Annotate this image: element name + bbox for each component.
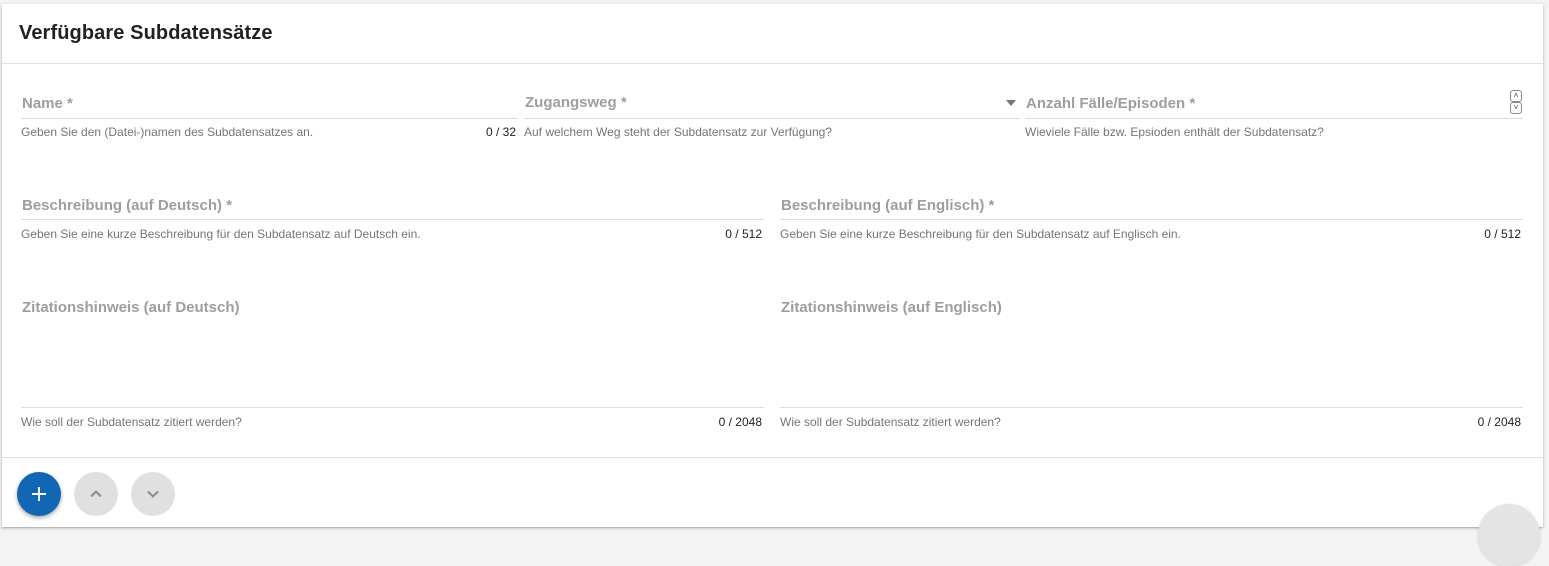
card-header: Verfügbare Subdatensätze (2, 4, 1543, 64)
anzahl-field[interactable]: Anzahl Fälle/Episoden * ˄ ˅ Wieviele Fäl… (1025, 88, 1523, 148)
move-up-button[interactable] (74, 472, 118, 516)
anzahl-label: Anzahl Fälle/Episoden * (1026, 95, 1196, 112)
zitation-de-label: Zitationshinweis (auf Deutsch) (22, 299, 240, 316)
card-footer (2, 457, 1543, 528)
dropdown-arrow-icon[interactable] (1006, 100, 1016, 106)
zugangsweg-hint: Auf welchem Weg steht der Subdatensatz z… (524, 125, 832, 139)
name-label: Name * (22, 95, 73, 112)
beschreibung-de-underline (21, 219, 764, 220)
zugangsweg-underline (524, 118, 1020, 119)
beschreibung-de-field[interactable]: Beschreibung (auf Deutsch) * Geben Sie e… (21, 190, 764, 250)
chevron-up-icon (90, 490, 102, 498)
name-underline (21, 118, 518, 119)
beschreibung-en-hint: Geben Sie eine kurze Beschreibung für de… (780, 227, 1181, 241)
beschreibung-de-counter: 0 / 512 (725, 227, 762, 241)
beschreibung-en-label: Beschreibung (auf Englisch) * (781, 197, 995, 214)
spinner-down-icon[interactable]: ˅ (1510, 102, 1522, 114)
anzahl-hint: Wieviele Fälle bzw. Epsioden enthält der… (1025, 125, 1324, 139)
plus-icon (32, 487, 46, 501)
card-title: Verfügbare Subdatensätze (19, 22, 273, 44)
beschreibung-de-label: Beschreibung (auf Deutsch) * (22, 197, 233, 214)
subdatasets-card: Verfügbare Subdatensätze Name * Geben Si… (2, 4, 1543, 527)
zitation-en-textarea[interactable]: Zitationshinweis (auf Englisch) Wie soll… (780, 294, 1523, 436)
zitation-de-counter: 0 / 2048 (718, 415, 762, 429)
chevron-down-icon (147, 490, 159, 498)
zitation-de-hint: Wie soll der Subdatensatz zitiert werden… (21, 415, 242, 429)
anzahl-underline (1025, 118, 1523, 119)
zitation-en-counter: 0 / 2048 (1477, 415, 1521, 429)
zitation-de-underline (21, 407, 764, 408)
beschreibung-de-hint: Geben Sie eine kurze Beschreibung für de… (21, 227, 421, 241)
zitation-de-textarea[interactable]: Zitationshinweis (auf Deutsch) Wie soll … (21, 294, 764, 436)
spinner-up-icon[interactable]: ˄ (1510, 90, 1522, 102)
zitation-en-label: Zitationshinweis (auf Englisch) (781, 299, 1002, 316)
number-spinner[interactable]: ˄ ˅ (1510, 90, 1522, 114)
zugangsweg-select[interactable]: Zugangsweg * Auf welchem Weg steht der S… (524, 88, 1020, 148)
add-subdataset-button[interactable] (17, 472, 61, 516)
floating-help-button[interactable] (1478, 504, 1540, 566)
beschreibung-en-underline (780, 219, 1523, 220)
name-field[interactable]: Name * Geben Sie den (Datei-)namen des S… (21, 88, 518, 148)
beschreibung-en-counter: 0 / 512 (1484, 227, 1521, 241)
name-hint: Geben Sie den (Datei-)namen des Subdaten… (21, 125, 314, 139)
zitation-en-hint: Wie soll der Subdatensatz zitiert werden… (780, 415, 1001, 429)
zitation-en-underline (780, 407, 1523, 408)
zugangsweg-label: Zugangsweg * (525, 94, 627, 111)
move-down-button[interactable] (131, 472, 175, 516)
beschreibung-en-field[interactable]: Beschreibung (auf Englisch) * Geben Sie … (780, 190, 1523, 250)
name-counter: 0 / 32 (485, 125, 516, 139)
